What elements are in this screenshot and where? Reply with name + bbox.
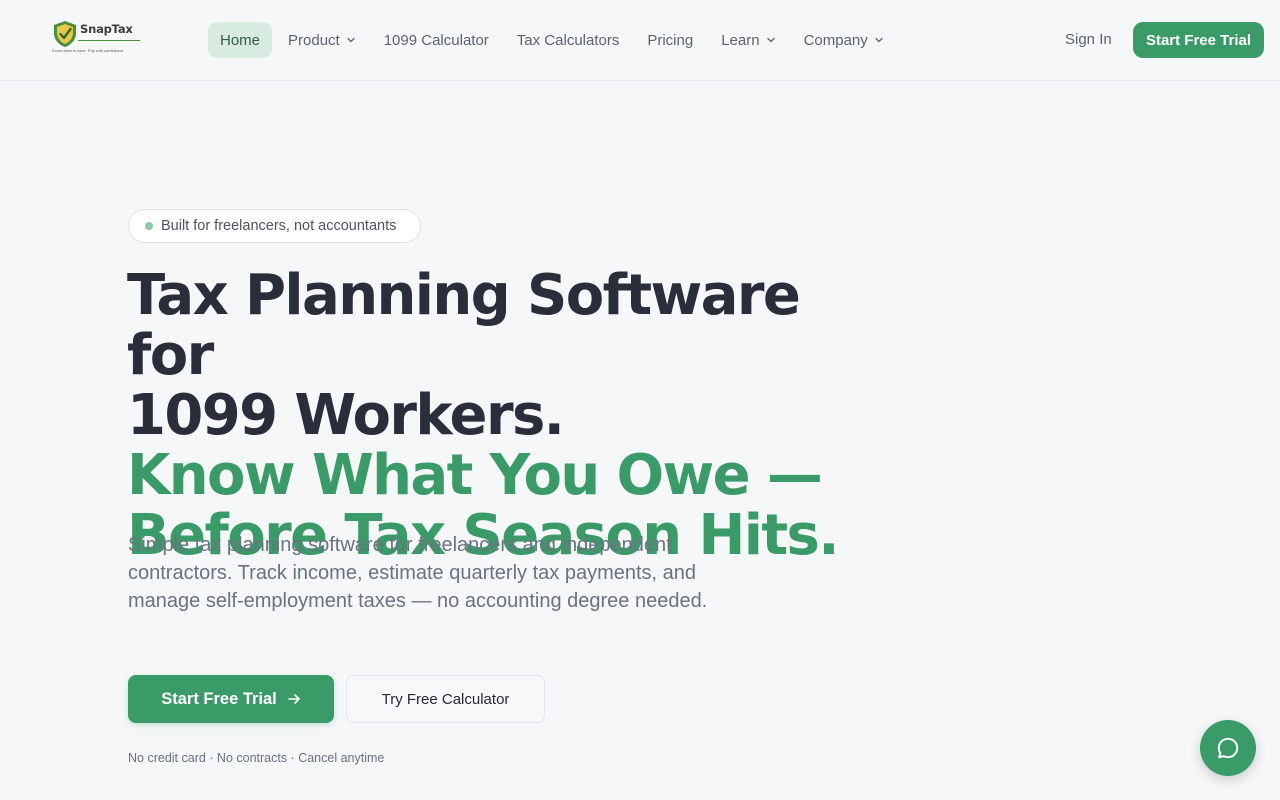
- brand-logo[interactable]: SnapTax Know what to save. Pay with conf…: [52, 20, 144, 56]
- headline-line-3: Know What You Owe —: [127, 443, 823, 508]
- chevron-down-icon: [875, 37, 883, 43]
- try-free-calculator-button[interactable]: Try Free Calculator: [346, 675, 545, 723]
- badge-dot-icon: [145, 222, 153, 230]
- audience-badge: Built for freelancers, not accountants: [128, 209, 421, 243]
- nav-item-label: Product: [288, 31, 340, 49]
- nav-item-label: Tax Calculators: [516, 31, 620, 49]
- chevron-down-icon: [766, 37, 775, 43]
- nav-item-pricing[interactable]: Pricing: [635, 22, 705, 58]
- hero-subtitle: Simple tax planning software for freelan…: [128, 534, 708, 612]
- sign-in-link[interactable]: Sign In: [1065, 31, 1112, 48]
- header-start-trial-button[interactable]: Start Free Trial: [1133, 22, 1264, 58]
- brand-divider: [78, 40, 140, 41]
- site-header: SnapTax Know what to save. Pay with conf…: [0, 0, 1280, 81]
- hero-fineprint: No credit card · No contracts · Cancel a…: [128, 751, 385, 765]
- brand-name: SnapTax: [80, 22, 133, 36]
- nav-item-label: Pricing: [647, 31, 694, 49]
- start-free-trial-label: Start Free Trial: [161, 689, 277, 708]
- main-nav: Home Product 1099 Calculator Tax Calcula…: [208, 22, 900, 58]
- nav-item-label: 1099 Calculator: [383, 31, 489, 49]
- headline-line-2: 1099 Workers.: [127, 383, 565, 448]
- start-free-trial-button[interactable]: Start Free Trial: [128, 675, 334, 723]
- arrow-right-icon: [287, 694, 300, 704]
- badge-label: Built for freelancers, not accountants: [161, 218, 397, 234]
- shield-logo-icon: [54, 21, 76, 47]
- chat-widget-button[interactable]: [1200, 720, 1256, 776]
- headline-line-1: Tax Planning Software for: [127, 263, 801, 388]
- nav-item-learn[interactable]: Learn: [709, 22, 787, 58]
- nav-item-label: Learn: [721, 31, 760, 49]
- hero-headline: Tax Planning Software for 1099 Workers. …: [127, 266, 887, 566]
- brand-tagline: Know what to save. Pay with confidence.: [52, 48, 125, 53]
- nav-item-product[interactable]: Product: [276, 22, 368, 58]
- nav-item-1099-calculator[interactable]: 1099 Calculator: [372, 22, 501, 58]
- chevron-down-icon: [347, 37, 355, 43]
- nav-item-tax-calculators[interactable]: Tax Calculators: [505, 22, 632, 58]
- nav-item-home[interactable]: Home: [208, 22, 273, 58]
- nav-item-company[interactable]: Company: [792, 22, 896, 58]
- nav-item-label: Company: [803, 31, 868, 49]
- chat-bubble-icon: [1217, 737, 1239, 759]
- nav-item-label: Home: [220, 31, 261, 49]
